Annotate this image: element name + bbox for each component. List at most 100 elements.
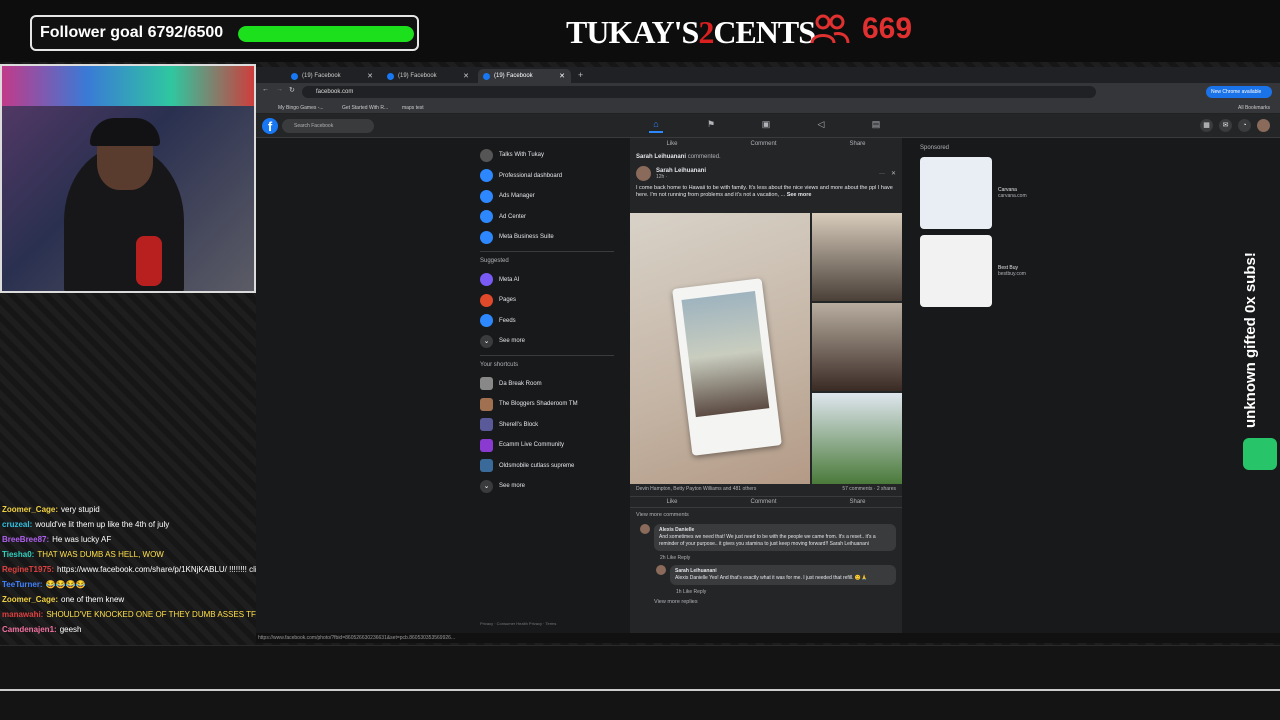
post-time[interactable]: 12h · xyxy=(656,174,706,180)
all-bookmarks[interactable]: All Bookmarks xyxy=(1238,105,1270,111)
sponsored-ad[interactable]: Best Buy bestbuy.com xyxy=(920,235,1060,307)
facebook-logo-icon[interactable]: f xyxy=(262,118,278,134)
post-photo-4[interactable] xyxy=(812,393,902,484)
follower-goal-label: Follower goal 6792/6500 xyxy=(40,24,224,41)
status-url: https://www.facebook.com/photo/?fbid=860… xyxy=(258,635,456,641)
new-chrome-button[interactable]: New Chrome available xyxy=(1206,86,1272,98)
sidebar-item[interactable]: Da Break Room xyxy=(480,374,614,395)
view-more-replies[interactable]: View more replies xyxy=(654,599,902,605)
chat-username[interactable]: Zoomer_Cage: xyxy=(2,505,58,514)
close-icon[interactable]: ✕ xyxy=(891,170,896,177)
footer-links[interactable]: Privacy · Consumer Health Privacy · Term… xyxy=(480,621,556,626)
facebook-search-input[interactable]: Search Facebook xyxy=(282,119,374,133)
home-icon[interactable]: ⌂ xyxy=(649,119,663,133)
new-tab-button[interactable]: + xyxy=(578,70,583,80)
comments-count[interactable]: 57 comments · 2 shares xyxy=(842,486,896,492)
chat-username[interactable]: RegineT1975: xyxy=(2,565,54,574)
comment-button[interactable]: Comment xyxy=(750,499,776,505)
ads-icon[interactable]: ◁ xyxy=(814,119,828,133)
commenter-name[interactable]: Sarah Leihuanani xyxy=(636,154,686,160)
flag-icon xyxy=(480,293,493,307)
sidebar-item[interactable]: Pages xyxy=(480,290,614,311)
ad-image[interactable] xyxy=(920,235,992,307)
author-avatar[interactable] xyxy=(636,166,651,181)
shortcut-icon xyxy=(480,418,493,432)
chat-username[interactable]: Camdenajen1: xyxy=(2,625,57,634)
comment-meta[interactable]: 2h Like Reply xyxy=(660,555,902,561)
post-photo-main[interactable] xyxy=(630,213,810,484)
chat-username[interactable]: cruzeal: xyxy=(2,520,32,529)
like-button[interactable]: Like xyxy=(666,141,677,147)
notifications-icon[interactable]: ◔ xyxy=(1238,119,1251,132)
comment-avatar[interactable] xyxy=(640,524,650,534)
brand-text-2: 2 xyxy=(698,14,714,50)
chat-username[interactable]: TeeTurner: xyxy=(2,580,43,589)
sidebar-item[interactable]: Ad Center xyxy=(480,207,614,228)
sidebar-item[interactable]: Professional dashboard xyxy=(480,166,614,187)
share-button[interactable]: Share xyxy=(849,141,865,147)
forward-icon[interactable]: → xyxy=(276,86,283,93)
post-top-actions: Like Comment Share xyxy=(630,138,902,150)
bookmark-item[interactable]: maps test xyxy=(402,105,424,111)
sidebar-item-label: Da Break Room xyxy=(499,380,542,387)
share-button[interactable]: Share xyxy=(849,499,865,505)
comment-avatar[interactable] xyxy=(656,565,666,575)
sidebar-item[interactable]: Feeds xyxy=(480,311,614,332)
comment-author[interactable]: Alexis Danielle xyxy=(659,527,694,533)
chat-username[interactable]: manawahi: xyxy=(2,610,43,619)
sidebar-item[interactable]: Meta Business Suite xyxy=(480,227,614,248)
pages-icon[interactable]: ⚑ xyxy=(704,119,718,133)
sidebar-item[interactable]: Ads Manager xyxy=(480,186,614,207)
browser-tab[interactable]: (19) Facebook ✕ xyxy=(382,69,475,83)
sidebar-item[interactable]: Ecamm Live Community xyxy=(480,435,614,456)
close-icon[interactable]: ✕ xyxy=(367,72,373,80)
menu-grid-icon[interactable]: ▦ xyxy=(1200,119,1213,132)
profile-avatar[interactable] xyxy=(1257,119,1270,132)
chat-username[interactable]: Zoomer_Cage: xyxy=(2,595,58,604)
comment-author[interactable]: Sarah Leihuanani xyxy=(675,568,717,574)
chat-username[interactable]: Tiesha0: xyxy=(2,550,34,559)
sidebar-item[interactable]: Sherell's Block xyxy=(480,415,614,436)
sidebar-item-label: Sherell's Block xyxy=(499,421,539,428)
sidebar-item[interactable]: Oldsmobile cutlass supreme xyxy=(480,456,614,477)
sidebar-item[interactable]: The Bloggers Shaderoom TM xyxy=(480,394,614,415)
chevron-down-icon: ⌄ xyxy=(480,334,493,348)
post-body: I come back home to Hawaii to be with fa… xyxy=(636,185,893,198)
bookmark-item[interactable]: My Bingo Games -... xyxy=(278,105,324,111)
sidebar-item[interactable]: ⌄ See more xyxy=(480,331,614,352)
sidebar-item[interactable]: Talks With Tukay xyxy=(480,145,614,166)
sidebar-item[interactable]: Meta AI xyxy=(480,270,614,291)
shortcut-icon xyxy=(480,438,493,452)
reload-icon[interactable]: ↻ xyxy=(289,86,295,94)
messenger-icon[interactable]: ✉ xyxy=(1219,119,1232,132)
post-author[interactable]: Sarah Leihuanani xyxy=(656,168,706,174)
groups-icon[interactable]: ▤ xyxy=(869,119,883,133)
facebook-left-sidebar: Talks With Tukay Professional dashboard Ad… xyxy=(480,145,614,497)
close-icon[interactable]: ✕ xyxy=(463,72,469,80)
browser-tab-active[interactable]: (19) Facebook ✕ xyxy=(478,69,571,83)
chat-text: SHOULD'VE KNOCKED ONE OF THEY DUMB ASSES… xyxy=(46,610,275,619)
close-icon[interactable]: ✕ xyxy=(559,72,565,80)
comment-button[interactable]: Comment xyxy=(750,141,776,147)
view-more-comments[interactable]: View more comments xyxy=(636,512,689,518)
facebook-right-sidebar: Sponsored Carvana carvana.com Best Buy best… xyxy=(920,145,1060,313)
sponsored-ad[interactable]: Carvana carvana.com xyxy=(920,157,1060,229)
see-more-link[interactable]: See more xyxy=(787,192,812,198)
chat-username[interactable]: BreeBree87: xyxy=(2,535,49,544)
sidebar-item[interactable]: ⌄ See more xyxy=(480,476,614,497)
commented-text: commented. xyxy=(687,154,721,160)
chat-text: geesh xyxy=(59,625,82,634)
comment-meta[interactable]: 1h Like Reply xyxy=(676,589,902,595)
post-photo-3[interactable] xyxy=(812,303,902,391)
bookmark-item[interactable]: Get Started With R... xyxy=(342,105,388,111)
ad-image[interactable] xyxy=(920,157,992,229)
more-options-icon[interactable]: ··· xyxy=(879,171,885,177)
reactions-text[interactable]: Devin Hampton, Betty Payton Williams and… xyxy=(636,486,756,492)
marketplace-icon[interactable]: ▣ xyxy=(759,119,773,133)
back-icon[interactable]: ← xyxy=(262,86,269,93)
url-bar[interactable]: facebook.com xyxy=(302,86,1096,98)
browser-tab[interactable]: (19) Facebook ✕ xyxy=(286,69,379,83)
search-placeholder: Search Facebook xyxy=(294,123,334,129)
post-photo-2[interactable] xyxy=(812,213,902,301)
like-button[interactable]: Like xyxy=(666,499,677,505)
